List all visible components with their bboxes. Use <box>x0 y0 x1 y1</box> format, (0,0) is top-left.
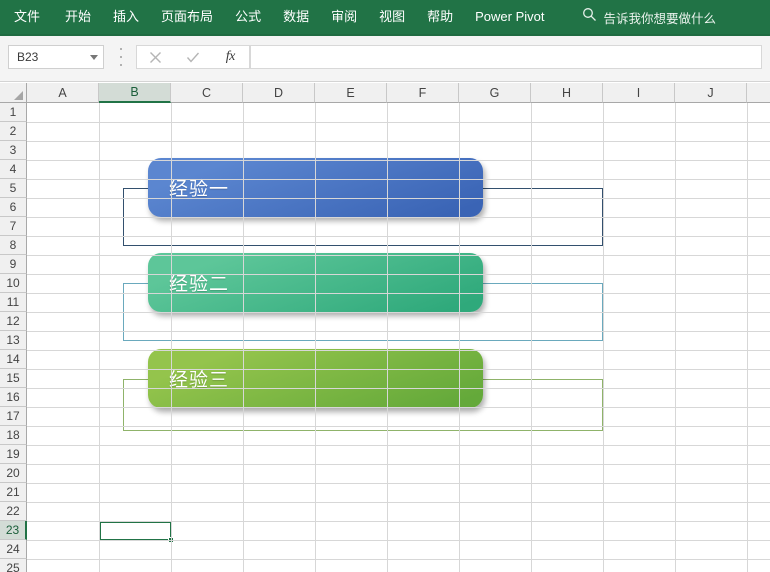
row-header-4[interactable]: 4 <box>0 160 27 179</box>
check-icon[interactable] <box>176 46 210 68</box>
row-header-22[interactable]: 22 <box>0 502 27 521</box>
gridline-horizontal <box>27 312 770 313</box>
ribbon-tab-4[interactable]: 页面布局 <box>150 0 224 34</box>
gridline-horizontal <box>27 236 770 237</box>
row-header-15[interactable]: 15 <box>0 369 27 388</box>
row-header-12[interactable]: 12 <box>0 312 27 331</box>
row-header-23[interactable]: 23 <box>0 521 27 540</box>
row-header-24[interactable]: 24 <box>0 540 27 559</box>
row-header-3[interactable]: 3 <box>0 141 27 160</box>
close-icon[interactable] <box>139 46 173 68</box>
gridline-horizontal <box>27 160 770 161</box>
selected-cell-b23[interactable] <box>99 521 174 543</box>
ribbon-tab-9[interactable]: 帮助 <box>416 0 464 34</box>
ribbon-tab-8[interactable]: 视图 <box>368 0 416 34</box>
formula-action-buttons: fx <box>136 45 250 69</box>
column-header-A[interactable]: A <box>27 83 99 103</box>
gridline-horizontal <box>27 293 770 294</box>
gridline-horizontal <box>27 559 770 560</box>
gridline-horizontal <box>27 426 770 427</box>
select-all-corner[interactable] <box>0 83 27 103</box>
column-header-B[interactable]: B <box>99 83 171 103</box>
name-box-value: B23 <box>17 50 39 64</box>
gridline-horizontal <box>27 141 770 142</box>
chevron-down-icon[interactable] <box>85 46 103 68</box>
ribbon-tab-bar: 文件 开始 插入 页面布局 公式 数据 审阅 视图 帮助 Power Pivot 告诉我你想要做什么 <box>0 0 770 34</box>
kebab-icon <box>116 48 126 66</box>
gridline-horizontal <box>27 483 770 484</box>
row-header-14[interactable]: 14 <box>0 350 27 369</box>
gridline-horizontal <box>27 217 770 218</box>
row-header-8[interactable]: 8 <box>0 236 27 255</box>
column-header-F[interactable]: F <box>387 83 459 103</box>
row-header-2[interactable]: 2 <box>0 122 27 141</box>
gridline-horizontal <box>27 331 770 332</box>
tell-me-label: 告诉我你想要做什么 <box>603 11 717 26</box>
row-header-21[interactable]: 21 <box>0 483 27 502</box>
cells-area[interactable]: 经验一 经验二 经验三 <box>27 103 770 572</box>
triangle-icon <box>14 91 23 100</box>
formula-bar: B23 fx <box>0 36 770 82</box>
gridline-horizontal <box>27 274 770 275</box>
column-header-J[interactable]: J <box>675 83 747 103</box>
gridline-horizontal <box>27 464 770 465</box>
row-header-13[interactable]: 13 <box>0 331 27 350</box>
gridline-horizontal <box>27 369 770 370</box>
column-header-G[interactable]: G <box>459 83 531 103</box>
gridline-horizontal <box>27 502 770 503</box>
column-header-H[interactable]: H <box>531 83 603 103</box>
row-header-25[interactable]: 25 <box>0 559 27 572</box>
gridline-horizontal <box>27 255 770 256</box>
row-header-9[interactable]: 9 <box>0 255 27 274</box>
row-header-11[interactable]: 11 <box>0 293 27 312</box>
ribbon-tab-2[interactable]: 开始 <box>54 0 102 34</box>
row-header-1[interactable]: 1 <box>0 103 27 122</box>
column-header-D[interactable]: D <box>243 83 315 103</box>
column-header-E[interactable]: E <box>315 83 387 103</box>
gridline-horizontal <box>27 179 770 180</box>
column-headers: ABCDEFGHIJ <box>27 83 770 103</box>
gridline-horizontal <box>27 198 770 199</box>
formula-input[interactable] <box>250 45 762 69</box>
column-header-I[interactable]: I <box>603 83 675 103</box>
gridline-horizontal <box>27 521 770 522</box>
ribbon-tab-5[interactable]: 公式 <box>224 0 272 34</box>
row-header-19[interactable]: 19 <box>0 445 27 464</box>
search-icon <box>582 7 597 27</box>
ribbon-tab-10[interactable]: Power Pivot <box>464 0 555 34</box>
column-header-partial[interactable] <box>747 83 770 103</box>
row-header-17[interactable]: 17 <box>0 407 27 426</box>
ribbon-tab-6[interactable]: 数据 <box>272 0 320 34</box>
gridline-horizontal <box>27 122 770 123</box>
ribbon-tab-7[interactable]: 审阅 <box>320 0 368 34</box>
row-header-5[interactable]: 5 <box>0 179 27 198</box>
gridline-horizontal <box>27 350 770 351</box>
ribbon-tab-1[interactable]: 文件 <box>0 0 54 34</box>
spreadsheet-grid: ABCDEFGHIJ 1 2 3 4 5 6 7 8 9 10 11 12 13 14 15 16 17 18 19… <box>0 83 770 572</box>
gridline-horizontal <box>27 540 770 541</box>
row-headers: 1 2 3 4 5 6 7 8 9 10 11 12 13 14 15 16 17 18 19 20 21 22 23 24 2… <box>0 103 27 572</box>
gridline-horizontal <box>27 445 770 446</box>
row-header-18[interactable]: 18 <box>0 426 27 445</box>
gridline-horizontal <box>27 388 770 389</box>
gridline-horizontal <box>27 407 770 408</box>
row-header-16[interactable]: 16 <box>0 388 27 407</box>
row-header-7[interactable]: 7 <box>0 217 27 236</box>
name-box[interactable]: B23 <box>8 45 104 69</box>
row-header-20[interactable]: 20 <box>0 464 27 483</box>
tell-me-search[interactable]: 告诉我你想要做什么 <box>582 7 717 27</box>
column-header-C[interactable]: C <box>171 83 243 103</box>
fx-icon[interactable]: fx <box>213 46 247 68</box>
ribbon-tab-3[interactable]: 插入 <box>102 0 150 34</box>
row-header-6[interactable]: 6 <box>0 198 27 217</box>
row-header-10[interactable]: 10 <box>0 274 27 293</box>
